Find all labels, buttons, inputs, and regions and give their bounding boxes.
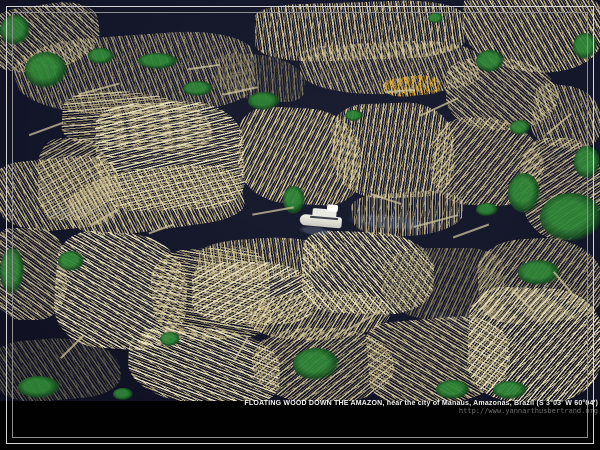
vegetation-patch — [510, 120, 530, 135]
vegetation-patch — [0, 15, 30, 45]
vegetation-patch — [18, 376, 60, 398]
vegetation-patch — [436, 380, 470, 399]
vegetation-patch — [88, 48, 114, 64]
vegetation-patch — [138, 53, 178, 69]
vegetation-patch — [58, 251, 84, 271]
wallpaper: FLOATING WOOD DOWN THE AMAZON, near the … — [0, 0, 600, 450]
vegetation-patch — [574, 146, 600, 178]
vegetation-patch — [540, 193, 600, 241]
caption: FLOATING WOOD DOWN THE AMAZON, near the … — [244, 400, 598, 415]
vegetation-patch — [160, 332, 180, 346]
caption-url: http://www.yannarthusbertrand.org — [244, 408, 598, 415]
log-raft — [466, 286, 600, 401]
vegetation-patch — [345, 110, 363, 121]
vegetation-patch — [476, 50, 504, 72]
vegetation-patch — [476, 203, 498, 216]
vegetation-patch — [0, 248, 24, 294]
vegetation-patch — [248, 92, 280, 110]
vegetation-patch — [113, 388, 133, 400]
stray-log — [453, 224, 489, 239]
stray-log — [29, 122, 64, 136]
boat — [295, 202, 355, 237]
vegetation-patch — [573, 33, 597, 59]
vegetation-patch — [428, 13, 443, 23]
vegetation-patch — [25, 52, 67, 88]
vegetation-patch — [508, 173, 540, 213]
vegetation-patch — [493, 381, 527, 399]
boat-wheelhouse — [327, 204, 339, 212]
aerial-photo — [0, 0, 600, 401]
vegetation-patch — [183, 81, 213, 96]
vegetation-patch — [293, 348, 339, 380]
